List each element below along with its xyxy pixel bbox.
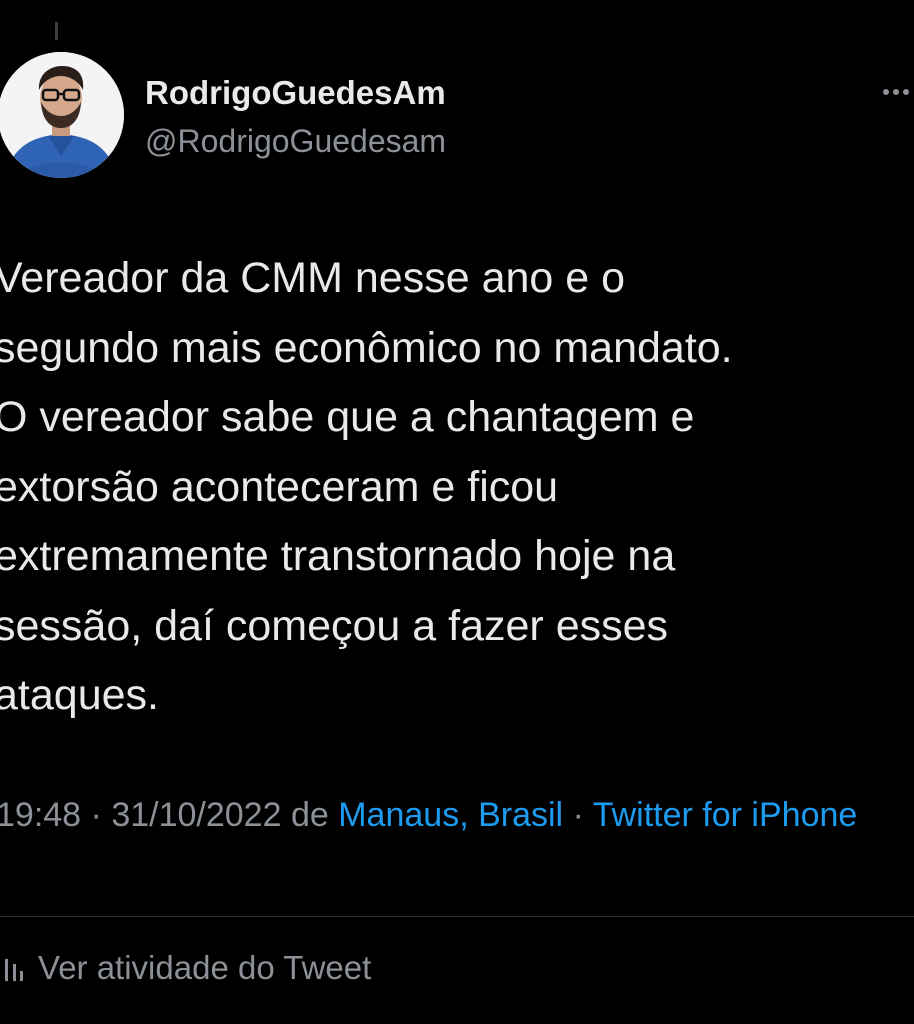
thread-connector-line <box>55 22 58 40</box>
tweet-location-link[interactable]: Manaus, Brasil <box>338 796 563 834</box>
tweet-time: 19:48 <box>0 796 82 834</box>
from-word: de <box>290 796 329 834</box>
view-tweet-activity-button[interactable]: Ver atividade do Tweet <box>0 944 371 992</box>
author-display-name[interactable]: RodrigoGuedesAm <box>145 74 446 112</box>
tweet-source-link[interactable]: Twitter for iPhone <box>593 796 858 834</box>
profile-photo-icon <box>0 52 124 178</box>
meta-separator: · <box>90 796 102 834</box>
divider <box>0 916 914 917</box>
avatar[interactable] <box>0 52 124 178</box>
bar-chart-icon <box>5 959 23 981</box>
tweet-date: 31/10/2022 <box>111 796 282 834</box>
more-options-button[interactable] <box>876 82 914 102</box>
tweet-metadata: 19:48 · 31/10/2022 de Manaus, Brasil · T… <box>0 790 914 840</box>
view-tweet-activity-label: Ver atividade do Tweet <box>38 949 372 986</box>
meta-separator: · <box>572 796 584 834</box>
more-horizontal-icon <box>883 89 909 95</box>
tweet-text: Vereador da CMM nesse ano e o segundo ma… <box>0 254 733 719</box>
author-handle[interactable]: @RodrigoGuedesam <box>145 123 446 160</box>
